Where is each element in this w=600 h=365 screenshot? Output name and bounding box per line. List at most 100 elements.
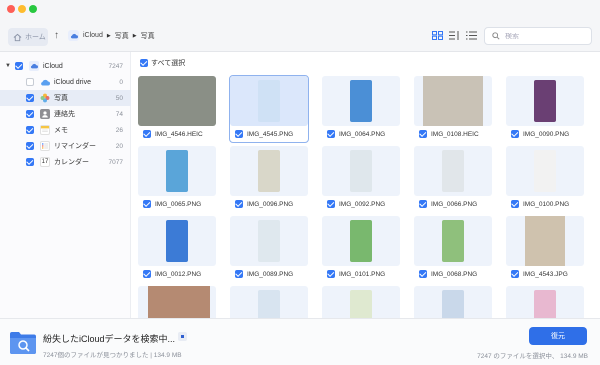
- thumbnail-image[interactable]: [322, 286, 400, 318]
- file-thumbnail-card[interactable]: [322, 286, 400, 318]
- sidebar-item-icloud[interactable]: ▼ iCloud 7247: [0, 58, 131, 74]
- file-caption: IMG_0092.PNG: [327, 200, 385, 208]
- breadcrumb-item-icloud[interactable]: iCloud: [83, 32, 103, 39]
- sidebar-item-notes[interactable]: メモ 26: [0, 122, 131, 138]
- file-checkbox[interactable]: [143, 200, 151, 208]
- sidebar-item-contacts[interactable]: 連絡先 74: [0, 106, 131, 122]
- file-checkbox[interactable]: [235, 200, 243, 208]
- file-name: IMG_0089.PNG: [247, 270, 294, 278]
- thumbnail-preview: [350, 150, 372, 192]
- restore-button[interactable]: 復元: [529, 327, 587, 345]
- thumbnail-image[interactable]: [322, 76, 400, 126]
- file-thumbnail-card[interactable]: IMG_0068.PNG: [414, 216, 492, 282]
- file-thumbnail-card[interactable]: IMG_0065.PNG: [138, 146, 216, 212]
- file-thumbnail-card[interactable]: IMG_4545.PNG: [229, 75, 309, 143]
- file-checkbox[interactable]: [419, 200, 427, 208]
- icloud-checkbox[interactable]: [14, 62, 23, 70]
- thumbnail-image[interactable]: [138, 216, 216, 266]
- breadcrumb-item-photos[interactable]: 写真: [115, 31, 129, 41]
- reminders-icon: [40, 141, 50, 151]
- sidebar-item-icloud-drive[interactable]: iCloud drive 0: [0, 74, 131, 90]
- file-name: IMG_0092.PNG: [339, 200, 386, 208]
- reminders-checkbox[interactable]: [26, 142, 34, 150]
- detail-list-view-icon[interactable]: [449, 31, 460, 40]
- file-name: IMG_4543.JPG: [523, 270, 568, 278]
- home-button[interactable]: ホーム: [8, 28, 48, 46]
- file-checkbox[interactable]: [419, 270, 427, 278]
- thumbnail-image[interactable]: [506, 286, 584, 318]
- grid-view-icon[interactable]: [432, 31, 443, 40]
- file-name: IMG_0068.PNG: [431, 270, 478, 278]
- file-checkbox[interactable]: [511, 200, 519, 208]
- file-thumbnail-card[interactable]: [506, 286, 584, 318]
- thumbnail-image[interactable]: [322, 146, 400, 196]
- file-checkbox[interactable]: [143, 130, 151, 138]
- file-checkbox[interactable]: [511, 130, 519, 138]
- file-thumbnail-card[interactable]: IMG_0090.PNG: [506, 76, 584, 142]
- file-thumbnail-card[interactable]: [414, 286, 492, 318]
- up-arrow-icon[interactable]: ↑: [54, 30, 59, 41]
- search-input[interactable]: [505, 32, 585, 40]
- view-switcher: [432, 31, 477, 40]
- file-thumbnail-card[interactable]: IMG_0101.PNG: [322, 216, 400, 282]
- file-thumbnail-card[interactable]: IMG_0066.PNG: [414, 146, 492, 212]
- file-thumbnail-card[interactable]: [230, 286, 308, 318]
- breadcrumb-separator-icon: ▶: [132, 32, 137, 39]
- sidebar-item-label: iCloud drive: [54, 78, 91, 86]
- thumbnail-image[interactable]: [230, 286, 308, 318]
- sidebar-item-calendar[interactable]: 17 カレンダー 7077: [0, 154, 131, 170]
- file-thumbnail-card[interactable]: IMG_0108.HEIC: [414, 76, 492, 142]
- thumbnail-image[interactable]: [414, 76, 492, 126]
- notes-checkbox[interactable]: [26, 126, 34, 134]
- file-thumbnail-card[interactable]: IMG_0064.PNG: [322, 76, 400, 142]
- thumbnail-image[interactable]: [506, 76, 584, 126]
- sidebar-item-reminders[interactable]: リマインダー 20: [0, 138, 131, 154]
- calendar-checkbox[interactable]: [26, 158, 34, 166]
- file-checkbox[interactable]: [143, 270, 151, 278]
- file-checkbox[interactable]: [327, 200, 335, 208]
- thumbnail-image[interactable]: [138, 76, 216, 126]
- file-thumbnail-card[interactable]: IMG_0012.PNG: [138, 216, 216, 282]
- zoom-window-button[interactable]: [29, 5, 37, 13]
- icloud-drive-checkbox[interactable]: [26, 78, 34, 86]
- file-thumbnail-card[interactable]: [138, 286, 216, 318]
- list-view-icon[interactable]: [466, 31, 477, 40]
- thumbnail-image[interactable]: [414, 146, 492, 196]
- file-grid: すべて選択 IMG_4546.HEIC IMG_4545.PNG IMG_0064.…: [132, 52, 600, 318]
- close-window-button[interactable]: [7, 5, 15, 13]
- breadcrumb-item-photos-current[interactable]: 写真: [141, 31, 155, 41]
- thumbnail-image[interactable]: [230, 146, 308, 196]
- home-label: ホーム: [25, 34, 46, 41]
- file-checkbox[interactable]: [235, 130, 243, 138]
- thumbnail-image[interactable]: [414, 216, 492, 266]
- collapse-triangle-icon[interactable]: ▼: [5, 63, 11, 69]
- thumbnail-image[interactable]: [138, 286, 216, 318]
- thumbnail-image[interactable]: [230, 216, 308, 266]
- notes-icon: [40, 125, 50, 135]
- thumbnail-image[interactable]: [506, 146, 584, 196]
- file-thumbnail-card[interactable]: IMG_0092.PNG: [322, 146, 400, 212]
- file-checkbox[interactable]: [327, 130, 335, 138]
- photos-checkbox[interactable]: [26, 94, 34, 102]
- select-all[interactable]: すべて選択: [140, 58, 185, 68]
- thumbnail-image[interactable]: [414, 286, 492, 318]
- stop-scan-button[interactable]: [178, 332, 187, 341]
- file-checkbox[interactable]: [419, 130, 427, 138]
- sidebar-item-photos[interactable]: 写真 50: [0, 90, 131, 106]
- thumbnail-image[interactable]: [230, 76, 308, 126]
- sidebar-item-label: カレンダー: [54, 159, 89, 166]
- file-thumbnail-card[interactable]: IMG_0089.PNG: [230, 216, 308, 282]
- file-checkbox[interactable]: [327, 270, 335, 278]
- file-thumbnail-card[interactable]: IMG_4546.HEIC: [138, 76, 216, 142]
- thumbnail-image[interactable]: [322, 216, 400, 266]
- file-thumbnail-card[interactable]: IMG_4543.JPG: [506, 216, 584, 282]
- minimize-window-button[interactable]: [18, 5, 26, 13]
- select-all-checkbox[interactable]: [140, 59, 148, 67]
- thumbnail-image[interactable]: [506, 216, 584, 266]
- file-thumbnail-card[interactable]: IMG_0096.PNG: [230, 146, 308, 212]
- file-checkbox[interactable]: [511, 270, 519, 278]
- file-checkbox[interactable]: [235, 270, 243, 278]
- file-thumbnail-card[interactable]: IMG_0100.PNG: [506, 146, 584, 212]
- thumbnail-image[interactable]: [138, 146, 216, 196]
- contacts-checkbox[interactable]: [26, 110, 34, 118]
